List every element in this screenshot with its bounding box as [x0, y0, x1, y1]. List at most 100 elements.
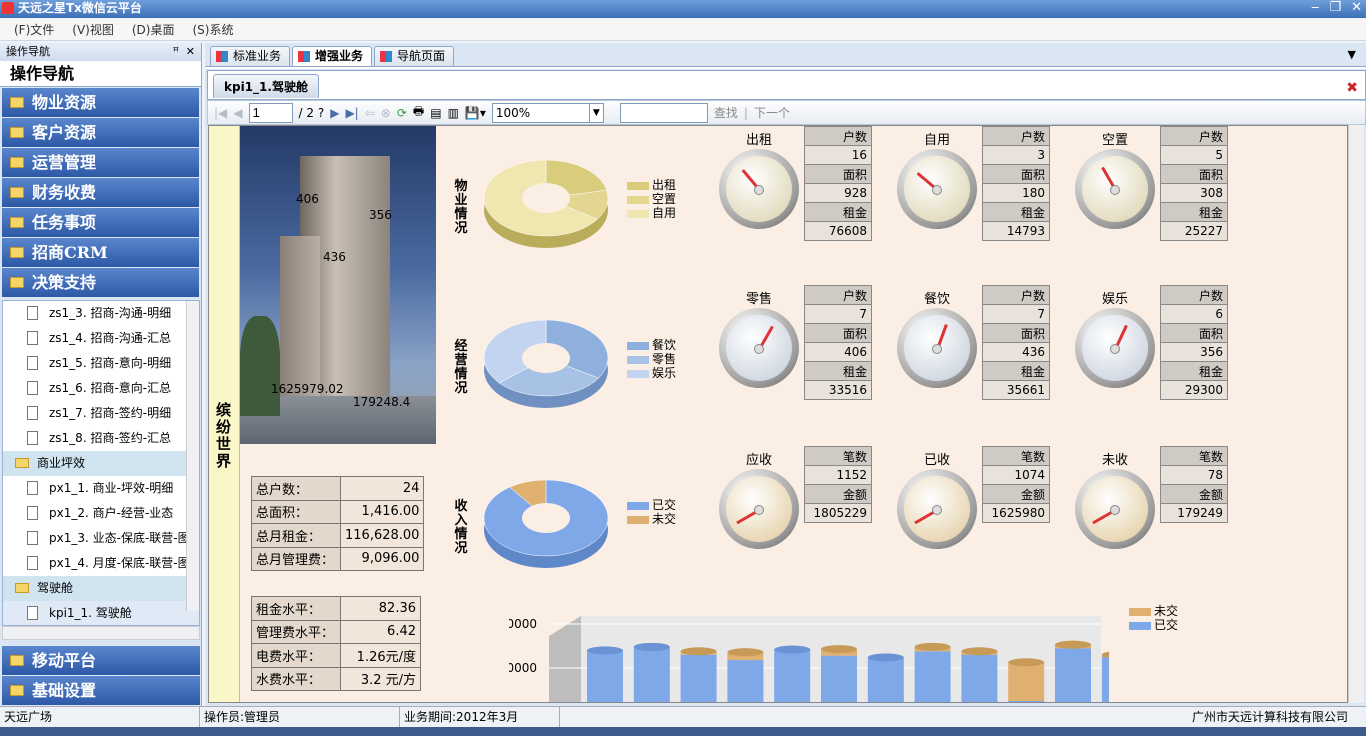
- tree-folder[interactable]: 商业坪效: [3, 451, 199, 476]
- report-canvas: 缤纷世界 总户数： 24 总面积： 1,416.00 总月租金： 116,628.00 总月…: [208, 125, 1348, 703]
- gauge-hub: [1110, 185, 1120, 195]
- tree-item[interactable]: px1_3. 业态-保底-联营-图: [3, 526, 199, 551]
- table-row: 总月管理费： 9,096.00: [251, 546, 425, 571]
- table-row: 管理费水平： 6.42: [251, 619, 421, 644]
- tree-item[interactable]: px1_2. 商户-经营-业态: [3, 501, 199, 526]
- print-icon[interactable]: 🖶: [413, 102, 424, 123]
- stop-icon[interactable]: ⊗: [381, 106, 391, 120]
- nav-group[interactable]: 财务收费: [2, 178, 199, 207]
- last-page-icon[interactable]: ▶|: [345, 106, 358, 120]
- bar-paid: [1055, 648, 1091, 702]
- tree-hscrollbar[interactable]: [2, 626, 200, 640]
- table-value: 436: [982, 342, 1050, 362]
- tree-item[interactable]: px1_4. 月度-保底-联营-图: [3, 551, 199, 576]
- tab-icon: [216, 51, 228, 62]
- donut-chart: [483, 319, 609, 408]
- tree-item[interactable]: px1_1. 商业-坪效-明细: [3, 476, 199, 501]
- bar-cap: [587, 646, 623, 655]
- table-key: 租金: [982, 202, 1050, 222]
- gauge-label: 已收: [923, 453, 950, 468]
- legend-swatch: [627, 355, 649, 364]
- report-vscrollbar[interactable]: [1348, 125, 1364, 703]
- first-page-icon[interactable]: |◀: [214, 106, 227, 120]
- restore-icon[interactable]: ❐: [1329, 0, 1341, 16]
- prev-page-icon[interactable]: ◀: [233, 106, 242, 120]
- legend-label: 自用: [652, 206, 677, 220]
- nav-group[interactable]: 运营管理: [2, 148, 199, 177]
- gauge-dial: [719, 149, 799, 229]
- close-panel-icon[interactable]: ✕: [186, 43, 195, 61]
- tree-item-label: px1_1. 商业-坪效-明细: [49, 481, 174, 495]
- table-key: 面积: [1160, 164, 1228, 184]
- document-icon: [27, 531, 38, 545]
- tab-standard[interactable]: 标准业务: [210, 46, 291, 66]
- tab-strip-line: [205, 66, 1366, 69]
- subtab-kpi[interactable]: kpi1_1.驾驶舱: [213, 74, 319, 98]
- tree-item-label: px1_3. 业态-保底-联营-图: [49, 531, 190, 545]
- folder-open-icon: [15, 583, 29, 593]
- menu-file[interactable]: (F)文件: [14, 19, 54, 40]
- tree-item[interactable]: zs1_5. 招商-意向-明细: [3, 351, 199, 376]
- export-icon[interactable]: 💾▾: [465, 106, 486, 120]
- nav-group[interactable]: 移动平台: [2, 646, 200, 675]
- nav-group[interactable]: 物业资源: [2, 88, 199, 117]
- gauge-label: 自用: [923, 133, 950, 148]
- tree-item[interactable]: zs1_8. 招商-签约-汇总: [3, 426, 199, 451]
- folder-open-icon: [15, 458, 29, 468]
- find-input[interactable]: [619, 102, 708, 123]
- nav-group[interactable]: 客户资源: [2, 118, 199, 147]
- find-button[interactable]: 查找: [714, 104, 738, 121]
- tree-item-label: 驾驶舱: [37, 581, 74, 595]
- tab-enhanced[interactable]: 增强业务: [292, 46, 373, 66]
- menu-desktop[interactable]: (D)桌面: [132, 19, 175, 40]
- table-key: 户数: [804, 285, 872, 305]
- find-next-button[interactable]: 下一个: [754, 104, 790, 121]
- back-icon[interactable]: ⇦: [365, 106, 375, 120]
- table-value: 928: [804, 183, 872, 203]
- bar-paid: [1008, 701, 1045, 702]
- tab-navigation[interactable]: 导航页面: [374, 46, 455, 66]
- legend-item: 零售: [627, 352, 676, 366]
- gauge-dial: [897, 308, 977, 388]
- page-input[interactable]: [248, 102, 293, 123]
- next-page-icon[interactable]: ▶: [330, 106, 339, 120]
- nav-group[interactable]: 决策支持: [2, 268, 199, 297]
- page-setup-icon[interactable]: ▥: [448, 106, 459, 120]
- tree-item[interactable]: kpi1_1. 驾驶舱: [3, 601, 199, 625]
- refresh-icon[interactable]: ⟳: [397, 106, 407, 120]
- chart-legend: 未交 已交: [1129, 604, 1178, 632]
- gauge-label: 零售: [745, 292, 772, 307]
- gauge-hub: [1110, 344, 1120, 354]
- nav-group[interactable]: 招商CRM: [2, 238, 199, 267]
- table-row: 租金: [982, 202, 1050, 222]
- tree-item[interactable]: zs1_4. 招商-沟通-汇总: [3, 326, 199, 351]
- close-icon[interactable]: ✕: [1351, 0, 1362, 16]
- tree-vscrollbar[interactable]: [186, 301, 199, 611]
- tree-item-label: zs1_4. 招商-沟通-汇总: [49, 331, 172, 345]
- tree-folder[interactable]: 驾驶舱: [3, 576, 199, 601]
- tree-item[interactable]: zs1_7. 招商-签约-明细: [3, 401, 199, 426]
- nav-group[interactable]: 任务事项: [2, 208, 199, 237]
- menu-system[interactable]: (S)系统: [192, 19, 233, 40]
- table-key: 水费水平：: [251, 666, 341, 691]
- zoom-select[interactable]: 100% ▼: [491, 102, 604, 123]
- table-row: 35661: [982, 380, 1050, 400]
- print-layout-icon[interactable]: ▤: [430, 106, 441, 120]
- gauge-label: 应收: [745, 453, 772, 468]
- minimize-icon[interactable]: ‒: [1311, 0, 1319, 16]
- tree-item[interactable]: zs1_3. 招商-沟通-明细: [3, 301, 199, 326]
- nav-group[interactable]: 基础设置: [2, 676, 200, 705]
- table-row: 356: [1160, 342, 1228, 362]
- close-tab-icon[interactable]: ✖: [1346, 80, 1358, 96]
- gauge-face: [726, 315, 792, 381]
- table-value: 356: [1160, 342, 1228, 362]
- table-key: 金额: [982, 484, 1050, 504]
- tree-item[interactable]: zs1_6. 招商-意向-汇总: [3, 376, 199, 401]
- window-title: 天远之星Tx微信云平台: [18, 1, 142, 15]
- tab-dropdown-icon[interactable]: ▼: [1348, 48, 1356, 61]
- menu-view[interactable]: (V)视图: [72, 19, 114, 40]
- folder-icon: [10, 685, 24, 696]
- y-tick-label: 200000: [509, 617, 537, 631]
- gauge-dial: [897, 469, 977, 549]
- pin-icon[interactable]: ꟸ: [173, 43, 179, 61]
